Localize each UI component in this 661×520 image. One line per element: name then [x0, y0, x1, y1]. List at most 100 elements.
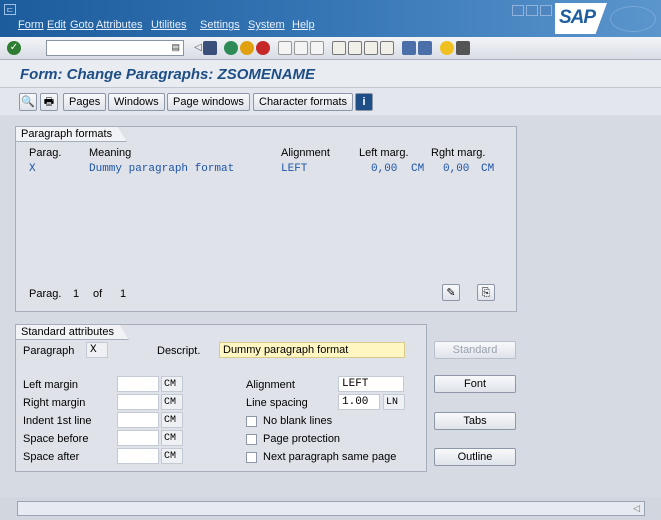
last-page-icon[interactable] — [380, 41, 394, 55]
indent-unit[interactable]: CM — [161, 412, 183, 428]
form-print-icon[interactable]: 🖶 — [40, 93, 58, 111]
windows-button[interactable]: Windows — [108, 93, 165, 111]
decorative-wave — [610, 6, 656, 32]
menu-utilities[interactable]: Utilities — [151, 19, 186, 31]
space-before-field[interactable] — [117, 430, 159, 446]
right-margin-field[interactable] — [117, 394, 159, 410]
print-icon[interactable] — [278, 41, 292, 55]
cancel-icon[interactable] — [256, 41, 270, 55]
menu-attributes[interactable]: Attributes — [96, 19, 142, 31]
footer-of-label: of — [93, 288, 103, 300]
col-alignment: Alignment — [281, 147, 330, 159]
alignment-field[interactable]: LEFT — [338, 376, 404, 392]
command-history-icon[interactable]: ▤ — [171, 42, 180, 53]
exit-icon[interactable] — [240, 41, 254, 55]
menu-settings[interactable]: Settings — [200, 19, 240, 31]
footer-current-number: 1 — [73, 288, 80, 300]
window-menu-icon[interactable]: ⊏ — [4, 4, 16, 15]
row-left-margin[interactable]: 0,00 — [371, 163, 397, 175]
paragraph-field: X — [86, 342, 108, 358]
status-expand-icon[interactable]: ◁ — [633, 503, 640, 514]
find-next-icon[interactable] — [310, 41, 324, 55]
indent-label: Indent 1st line — [23, 415, 92, 427]
display-change-icon[interactable]: 🔍 — [19, 93, 37, 111]
right-margin-unit[interactable]: CM — [161, 394, 183, 410]
menu-system[interactable]: System — [248, 19, 285, 31]
command-field[interactable]: ▤ — [46, 40, 184, 56]
enter-checkmark-icon[interactable]: ✓ — [7, 41, 21, 55]
menu-goto[interactable]: Goto — [70, 19, 94, 31]
create-session-icon[interactable] — [402, 41, 416, 55]
back-icon[interactable] — [224, 41, 238, 55]
row-right-margin[interactable]: 0,00 — [443, 163, 469, 175]
standard-attributes-panel: Standard attributes Paragraph X Descript… — [15, 324, 427, 472]
footer-parag-label: Parag. — [29, 288, 62, 300]
row-parag[interactable]: X — [29, 163, 36, 175]
left-margin-label: Left margin — [23, 379, 79, 391]
menu-form[interactable]: Form — [18, 19, 44, 31]
pages-button[interactable]: Pages — [63, 93, 107, 111]
menu-bar: ⊏ Form Edit Goto Attributes Utilities Se… — [0, 0, 661, 37]
find-icon[interactable] — [294, 41, 308, 55]
layout-menu-icon[interactable] — [456, 41, 470, 55]
paragraph-label: Paragraph — [23, 345, 75, 357]
font-button[interactable]: Font — [434, 375, 516, 393]
first-page-icon[interactable] — [332, 41, 346, 55]
indent-field[interactable] — [117, 412, 159, 428]
line-spacing-field[interactable]: 1.00 — [338, 394, 380, 410]
generate-shortcut-icon[interactable] — [418, 41, 432, 55]
col-right-margin: Rght marg. — [431, 147, 486, 159]
description-field[interactable]: Dummy paragraph format — [219, 342, 405, 358]
right-margin-label: Right margin — [23, 397, 86, 409]
create-paragraph-icon[interactable]: ✎ — [442, 284, 460, 301]
application-toolbar: 🔍 🖶 Pages Windows Page windows Character… — [0, 88, 661, 115]
space-after-field[interactable] — [117, 448, 159, 464]
paragraph-formats-tab: Paragraph formats — [15, 126, 127, 142]
page-title: Form: Change Paragraphs: ZSOMENAME — [20, 66, 316, 83]
standard-toolbar: ✓ ▤ ◁ — [0, 37, 661, 60]
no-blank-lines-checkbox[interactable] — [246, 416, 257, 427]
menu-edit[interactable]: Edit — [47, 19, 66, 31]
paragraph-formats-panel: Paragraph formats Parag. Meaning Alignme… — [15, 126, 517, 312]
left-margin-field[interactable] — [117, 376, 159, 392]
line-spacing-unit[interactable]: LN — [383, 394, 405, 410]
tabs-button[interactable]: Tabs — [434, 412, 516, 430]
space-before-unit[interactable]: CM — [161, 430, 183, 446]
close-icon[interactable] — [540, 5, 552, 16]
standard-button[interactable]: Standard — [434, 341, 516, 359]
page-protection-label: Page protection — [263, 433, 341, 445]
save-icon[interactable] — [203, 41, 217, 55]
status-bar: ◁ — [0, 497, 661, 520]
menu-help[interactable]: Help — [292, 19, 315, 31]
col-parag: Parag. — [29, 147, 62, 159]
row-meaning[interactable]: Dummy paragraph format — [89, 163, 234, 175]
standard-attributes-tab: Standard attributes — [15, 324, 129, 340]
help-icon[interactable] — [440, 41, 454, 55]
space-after-unit[interactable]: CM — [161, 448, 183, 464]
page-protection-checkbox[interactable] — [246, 434, 257, 445]
space-before-label: Space before — [23, 433, 89, 445]
previous-page-icon[interactable] — [348, 41, 362, 55]
outline-button[interactable]: Outline — [434, 448, 516, 466]
row-left-unit[interactable]: CM — [411, 163, 424, 175]
character-formats-button[interactable]: Character formats — [253, 93, 354, 111]
descript-label: Descript. — [157, 345, 201, 357]
footer-total-number: 1 — [120, 288, 127, 300]
next-page-icon[interactable] — [364, 41, 378, 55]
row-alignment[interactable]: LEFT — [281, 163, 307, 175]
maximize-icon[interactable] — [526, 5, 538, 16]
col-meaning: Meaning — [89, 147, 132, 159]
line-spacing-label: Line spacing — [246, 397, 308, 409]
info-icon[interactable]: i — [355, 93, 373, 111]
page-windows-button[interactable]: Page windows — [167, 93, 250, 111]
delete-paragraph-icon[interactable]: ⎘ — [477, 284, 495, 301]
alignment-label: Alignment — [246, 379, 295, 391]
col-left-margin: Left marg. — [359, 147, 409, 159]
space-after-label: Space after — [23, 451, 80, 463]
next-paragraph-checkbox[interactable] — [246, 452, 257, 463]
row-right-unit[interactable]: CM — [481, 163, 494, 175]
left-margin-unit[interactable]: CM — [161, 376, 183, 392]
minimize-icon[interactable] — [512, 5, 524, 16]
sap-logo: SAP — [555, 3, 607, 34]
next-paragraph-label: Next paragraph same page — [263, 451, 397, 463]
